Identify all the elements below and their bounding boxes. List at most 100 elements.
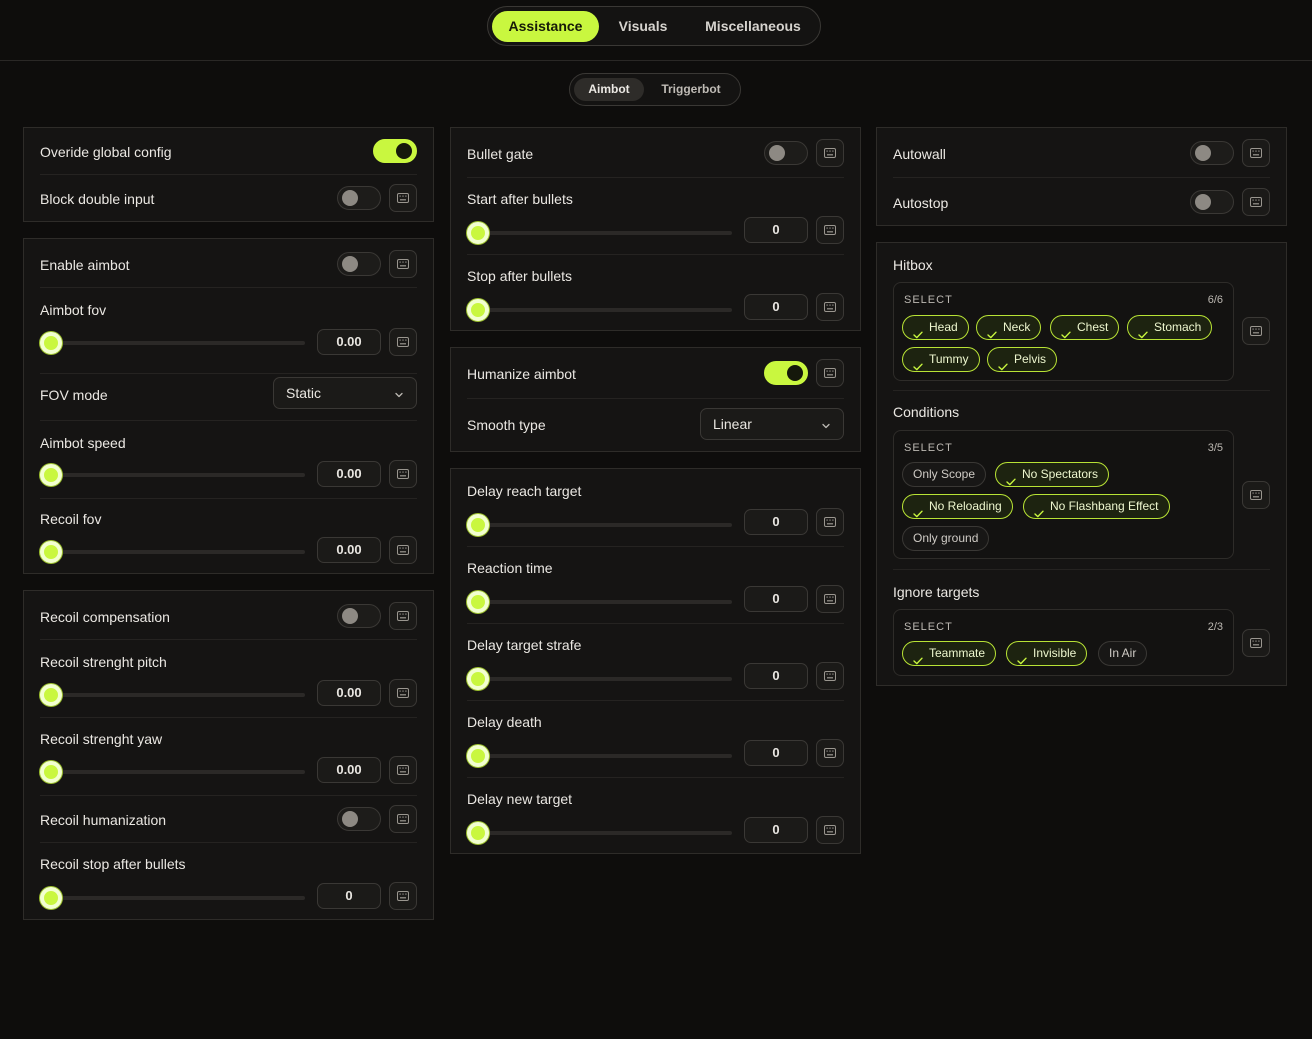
bullet-gate-toggle[interactable] — [764, 141, 808, 165]
recoil-strength-yaw-slider-thumb[interactable] — [40, 761, 62, 783]
aimbot-fov-slider-thumb[interactable] — [40, 332, 62, 354]
recoil-strength-pitch-row: Recoil strenght pitch 0.00 — [40, 640, 417, 718]
chip-label: In Air — [1109, 646, 1137, 660]
chip-in-air[interactable]: In Air — [1098, 641, 1148, 666]
keyboard-icon[interactable] — [1242, 188, 1270, 216]
keyboard-icon[interactable] — [816, 508, 844, 536]
recoil-strength-pitch-value[interactable]: 0.00 — [317, 680, 381, 706]
delay-target-strafe-slider-thumb[interactable] — [467, 668, 489, 690]
conditions-multiselect[interactable]: SELECT 3/5 Only Scope No Spectators No R… — [893, 430, 1234, 559]
chip-invisible[interactable]: Invisible — [1006, 641, 1088, 666]
chip-stomach[interactable]: Stomach — [1127, 315, 1213, 340]
tab-miscellaneous[interactable]: Miscellaneous — [690, 11, 816, 42]
recoil-stop-after-bullets-slider[interactable] — [40, 896, 305, 900]
keyboard-icon[interactable] — [389, 805, 417, 833]
reaction-time-slider[interactable] — [467, 600, 732, 604]
start-after-bullets-slider-thumb[interactable] — [467, 222, 489, 244]
keyboard-icon[interactable] — [389, 184, 417, 212]
delay-new-target-slider[interactable] — [467, 831, 732, 835]
delay-death-slider[interactable] — [467, 754, 732, 758]
keyboard-icon[interactable] — [1242, 317, 1270, 345]
keyboard-icon[interactable] — [389, 882, 417, 910]
recoil-stop-after-bullets-value[interactable]: 0 — [317, 883, 381, 909]
aimbot-speed-value[interactable]: 0.00 — [317, 461, 381, 487]
delay-reach-target-slider[interactable] — [467, 523, 732, 527]
chip-tummy[interactable]: Tummy — [902, 347, 980, 372]
keyboard-icon[interactable] — [1242, 139, 1270, 167]
stop-after-bullets-slider-thumb[interactable] — [467, 299, 489, 321]
recoil-strength-yaw-slider[interactable] — [40, 770, 305, 774]
keyboard-icon[interactable] — [1242, 629, 1270, 657]
delay-death-slider-thumb[interactable] — [467, 745, 489, 767]
keyboard-icon[interactable] — [816, 816, 844, 844]
keyboard-icon[interactable] — [816, 662, 844, 690]
aimbot-fov-slider[interactable] — [40, 341, 305, 345]
smooth-type-dropdown[interactable]: Linear — [700, 408, 844, 440]
keyboard-icon[interactable] — [389, 536, 417, 564]
tab-triggerbot[interactable]: Triggerbot — [650, 78, 732, 101]
delay-new-target-value[interactable]: 0 — [744, 817, 808, 843]
hitbox-multiselect[interactable]: SELECT 6/6 Head Neck Chest Stomach Tummy… — [893, 282, 1234, 381]
autowall-toggle[interactable] — [1190, 141, 1234, 165]
aimbot-speed-slider[interactable] — [40, 473, 305, 477]
chip-pelvis[interactable]: Pelvis — [987, 347, 1058, 372]
delay-reach-target-slider-thumb[interactable] — [467, 514, 489, 536]
chip-teammate[interactable]: Teammate — [902, 641, 997, 666]
chip-neck[interactable]: Neck — [976, 315, 1042, 340]
fov-mode-dropdown[interactable]: Static — [273, 377, 417, 409]
chip-no-spectators[interactable]: No Spectators — [995, 462, 1110, 487]
tab-visuals[interactable]: Visuals — [603, 11, 683, 42]
ignore-targets-multiselect[interactable]: SELECT 2/3 Teammate Invisible In Air — [893, 609, 1234, 676]
aimbot-speed-slider-thumb[interactable] — [40, 464, 62, 486]
chip-head[interactable]: Head — [902, 315, 969, 340]
keyboard-icon[interactable] — [1242, 481, 1270, 509]
chip-no-flashbang-effect[interactable]: No Flashbang Effect — [1023, 494, 1170, 519]
recoil-fov-slider[interactable] — [40, 550, 305, 554]
keyboard-icon[interactable] — [816, 293, 844, 321]
tab-aimbot[interactable]: Aimbot — [574, 78, 644, 101]
humanize-aimbot-toggle[interactable] — [764, 361, 808, 385]
chip-label: Invisible — [1033, 646, 1077, 660]
delay-death-value[interactable]: 0 — [744, 740, 808, 766]
start-after-bullets-value[interactable]: 0 — [744, 217, 808, 243]
delay-target-strafe-slider[interactable] — [467, 677, 732, 681]
recoil-stop-after-bullets-slider-thumb[interactable] — [40, 887, 62, 909]
recoil-fov-value[interactable]: 0.00 — [317, 537, 381, 563]
start-after-bullets-slider[interactable] — [467, 231, 732, 235]
keyboard-icon[interactable] — [816, 139, 844, 167]
keyboard-icon[interactable] — [389, 460, 417, 488]
chip-only-scope[interactable]: Only Scope — [902, 462, 987, 487]
keyboard-icon[interactable] — [816, 585, 844, 613]
stop-after-bullets-slider[interactable] — [467, 308, 732, 312]
recoil-strength-pitch-slider[interactable] — [40, 693, 305, 697]
recoil-humanization-toggle[interactable] — [337, 807, 381, 831]
keyboard-icon[interactable] — [816, 359, 844, 387]
keyboard-icon[interactable] — [389, 756, 417, 784]
block-double-input-toggle[interactable] — [337, 186, 381, 210]
keyboard-icon[interactable] — [816, 739, 844, 767]
aimbot-fov-value[interactable]: 0.00 — [317, 329, 381, 355]
delay-reach-target-value[interactable]: 0 — [744, 509, 808, 535]
recoil-strength-pitch-slider-thumb[interactable] — [40, 684, 62, 706]
autostop-toggle[interactable] — [1190, 190, 1234, 214]
overide-global-config-toggle[interactable] — [373, 139, 417, 163]
chip-only-ground[interactable]: Only ground — [902, 526, 990, 551]
keyboard-icon[interactable] — [389, 250, 417, 278]
tab-assistance[interactable]: Assistance — [492, 11, 599, 42]
keyboard-icon[interactable] — [816, 216, 844, 244]
keyboard-icon[interactable] — [389, 679, 417, 707]
delay-target-strafe-value[interactable]: 0 — [744, 663, 808, 689]
delay-new-target-slider-thumb[interactable] — [467, 822, 489, 844]
enable-aimbot-toggle[interactable] — [337, 252, 381, 276]
recoil-fov-slider-thumb[interactable] — [40, 541, 62, 563]
keyboard-icon[interactable] — [389, 328, 417, 356]
recoil-humanization-row: Recoil humanization — [40, 796, 417, 843]
stop-after-bullets-value[interactable]: 0 — [744, 294, 808, 320]
reaction-time-slider-thumb[interactable] — [467, 591, 489, 613]
chip-no-reloading[interactable]: No Reloading — [902, 494, 1013, 519]
recoil-strength-yaw-value[interactable]: 0.00 — [317, 757, 381, 783]
recoil-compensation-toggle[interactable] — [337, 604, 381, 628]
keyboard-icon[interactable] — [389, 602, 417, 630]
reaction-time-value[interactable]: 0 — [744, 586, 808, 612]
chip-chest[interactable]: Chest — [1050, 315, 1120, 340]
